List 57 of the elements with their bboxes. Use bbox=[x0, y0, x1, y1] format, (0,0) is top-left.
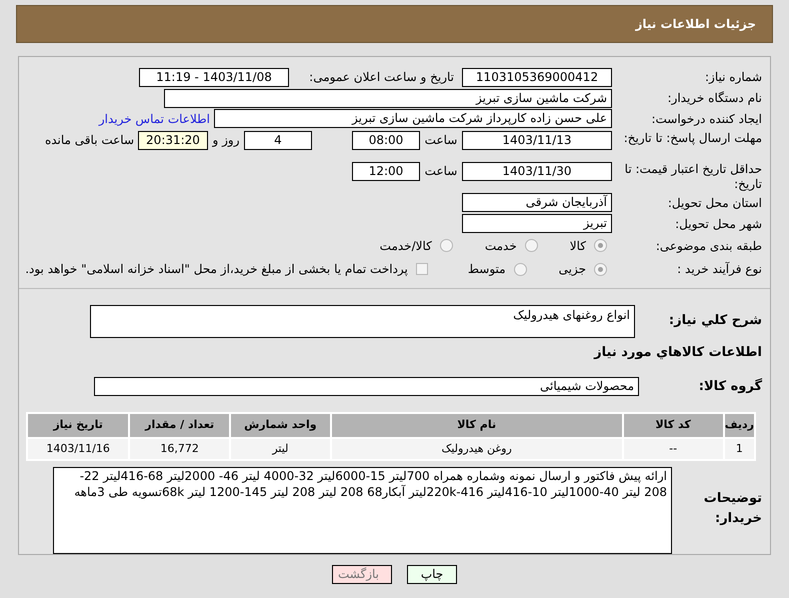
field-label: توضیحات خریدار: bbox=[702, 490, 762, 528]
column-header: نام کالا bbox=[330, 413, 622, 438]
text-field[interactable]: 1403/11/13 bbox=[462, 131, 612, 150]
radio-button[interactable] bbox=[524, 239, 538, 252]
radio-label: کالا bbox=[570, 238, 586, 255]
checkbox[interactable] bbox=[416, 263, 428, 276]
table-cell: روغن هیدرولیک bbox=[330, 438, 622, 460]
radio-label: جزیی bbox=[558, 261, 586, 278]
text-field[interactable]: علی حسن زاده کارپرداز شرکت ماشین سازی تبریز bbox=[214, 109, 612, 128]
radio-button[interactable] bbox=[440, 239, 453, 252]
text-field[interactable]: 4 bbox=[244, 131, 312, 150]
print-button[interactable]: چاپ bbox=[407, 565, 457, 584]
table-cell: -- bbox=[622, 438, 724, 460]
radio-label: خدمت bbox=[484, 238, 517, 255]
text-field[interactable]: تبریز bbox=[462, 214, 612, 234]
text-field[interactable]: محصولات شیمیائی bbox=[94, 376, 639, 396]
field-label: شرح کلي نياز: bbox=[668, 312, 762, 330]
text-field[interactable]: آذربایجان شرقی bbox=[462, 193, 612, 212]
table-cell: لیتر bbox=[230, 438, 331, 460]
field-label: مهلت ارسال پاسخ: تا تاریخ: bbox=[622, 131, 762, 146]
text-field[interactable]: 08:00 bbox=[352, 131, 420, 150]
field-label: ساعت باقی مانده bbox=[44, 132, 134, 150]
table-cell: 16,772 bbox=[129, 438, 230, 460]
field-label: گروه کالا: bbox=[698, 377, 762, 396]
text-field[interactable]: 12:00 bbox=[352, 162, 420, 182]
column-header: ردیف bbox=[724, 413, 755, 438]
field-label: روز و bbox=[211, 132, 240, 150]
table-cell: 1403/11/16 bbox=[27, 438, 130, 460]
field-label: شماره نیاز: bbox=[704, 69, 762, 86]
field-label: شهر محل تحویل: bbox=[674, 216, 762, 233]
text-field[interactable]: شرکت ماشین سازی تبریز bbox=[164, 88, 612, 108]
page-title: جزئیات اطلاعات نیاز bbox=[635, 16, 756, 33]
checkbox-label: پرداخت تمام یا بخشی از مبلغ خرید،از محل "اسناد خزانه اسلامی" خواهد بود. bbox=[25, 261, 408, 278]
field-label: استان محل تحویل: bbox=[666, 194, 762, 212]
text-field[interactable]: 1103105369000412 bbox=[462, 68, 612, 87]
section-heading: اطلاعات کالاهاي مورد نياز bbox=[592, 344, 762, 362]
field-label: نام دستگاه خریدار: bbox=[666, 90, 762, 108]
summary-textarea[interactable]: انواع روغنهای هیدرولیک bbox=[90, 305, 635, 338]
notes-textarea[interactable]: ارائه پیش فاکتور و ارسال نمونه وشماره همراه 700لیتر 15-6000لیتر 32-4000 لیتر 46- 2000لیتر 68-416لیتر 22-208 لیتر 40-1000لیتر 10-416لیتر 416-220kلیتر آبکار68 208 لیتر 208 لیتر 145-1200 لیتر 68kتسویه طی 3ماهه bbox=[53, 467, 672, 554]
field-label: طبقه بندی موضوعی: bbox=[654, 238, 762, 255]
radio-label: متوسط bbox=[468, 261, 506, 278]
table-cell: 1 bbox=[724, 438, 755, 460]
radio-button[interactable] bbox=[514, 262, 527, 276]
text-field[interactable]: 1403/11/08 - 11:19 bbox=[139, 68, 289, 87]
field-label: ساعت bbox=[424, 163, 458, 180]
field-label: حداقل تاریخ اعتبار قیمت: تا تاریخ: bbox=[624, 162, 762, 192]
radio-button[interactable] bbox=[594, 239, 607, 252]
radio-button[interactable] bbox=[594, 262, 607, 276]
field-label: ساعت bbox=[424, 132, 458, 150]
radio-label: کالا/خدمت bbox=[380, 238, 432, 255]
text-field[interactable]: 20:31:20 bbox=[138, 131, 208, 150]
field-label: تاریخ و ساعت اعلان عمومی: bbox=[308, 69, 454, 86]
text-field[interactable]: 1403/11/30 bbox=[462, 162, 612, 182]
buyer-contact-link[interactable]: اطلاعات تماس خریدار bbox=[98, 110, 210, 128]
field-label: نوع فرآیند خرید : bbox=[676, 261, 762, 278]
field-label: ایجاد کننده درخواست: bbox=[650, 110, 762, 128]
back-button[interactable]: بازگشت bbox=[332, 565, 392, 584]
